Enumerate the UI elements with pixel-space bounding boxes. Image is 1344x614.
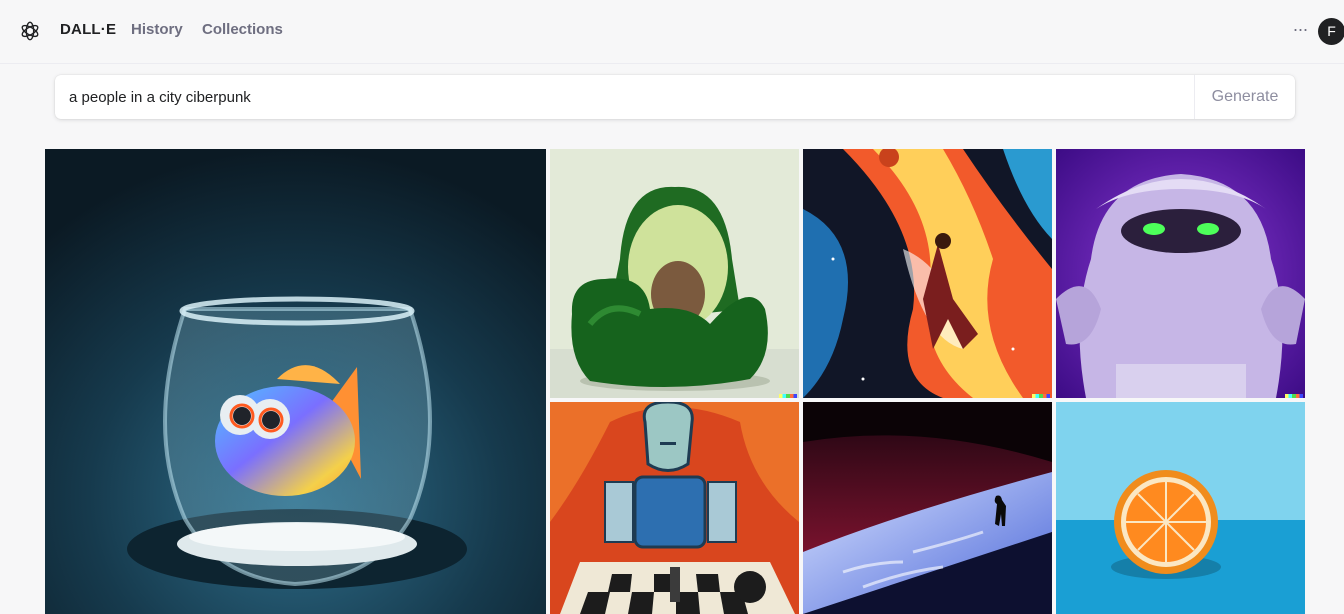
dune-silhouette-image[interactable] — [803, 402, 1052, 614]
purple-monster-image[interactable] — [1056, 149, 1305, 398]
goldfish-bowl-image[interactable] — [45, 149, 546, 614]
more-options-icon[interactable]: ··· — [1288, 19, 1312, 43]
top-nav-bar: DALL·E History Collections ··· F — [0, 0, 1344, 64]
dalle-signature — [1285, 394, 1303, 398]
dalle-signature — [779, 394, 797, 398]
prompt-input[interactable] — [55, 75, 1194, 119]
nav-collections-link[interactable]: Collections — [202, 21, 283, 38]
avocado-armchair-image[interactable] — [550, 149, 799, 398]
generate-button[interactable]: Generate — [1194, 75, 1295, 119]
openai-logo-icon[interactable] — [19, 20, 41, 42]
orange-half-image[interactable] — [1056, 402, 1305, 614]
space-basketball-image[interactable] — [803, 149, 1052, 398]
prompt-bar: Generate — [55, 75, 1295, 119]
user-avatar[interactable]: F — [1318, 18, 1344, 45]
nav-history-link[interactable]: History — [131, 21, 183, 38]
brand-link[interactable]: DALL·E — [60, 21, 116, 38]
robot-chess-image[interactable] — [550, 402, 799, 614]
dalle-signature — [1032, 394, 1050, 398]
